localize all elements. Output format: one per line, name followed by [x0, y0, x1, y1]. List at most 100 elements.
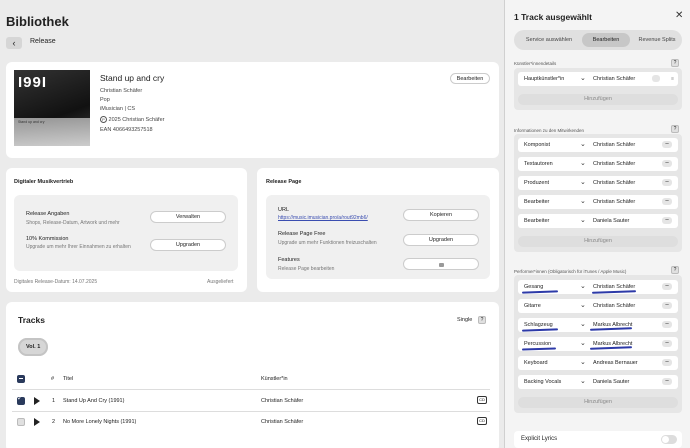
track-title: Stand Up And Cry (1991) [63, 398, 125, 404]
chevron-down-icon[interactable]: ⌄ [580, 197, 586, 205]
cd-icon: CD [477, 396, 487, 404]
remove-icon[interactable]: – [662, 302, 672, 309]
chevron-down-icon[interactable]: ⌄ [580, 159, 586, 167]
play-icon[interactable] [34, 418, 40, 426]
cover-caption: Stand up and cry [18, 120, 45, 124]
main-artist-row[interactable]: Hauptkünstler*in ⌄ Christian Schäfer ≡ [518, 72, 678, 86]
performer-row[interactable]: Gitarre ⌄ Christian Schäfer – [518, 299, 678, 313]
track-number: 1 [52, 398, 56, 404]
page-title: Bibliothek [6, 14, 69, 29]
contributor-row[interactable]: Bearbeiter ⌄ Christian Schäfer – [518, 195, 678, 209]
minus-icon[interactable] [652, 75, 660, 82]
release-ean: EAN 4066493257518 [100, 127, 153, 133]
chevron-down-icon[interactable]: ⌄ [580, 216, 586, 224]
distribution-box [14, 195, 238, 271]
track-checkbox[interactable]: ✓ [17, 395, 25, 405]
lock-icon [438, 263, 444, 267]
release-genre: Pop [100, 97, 110, 103]
role-label: Schlagzeug [524, 322, 553, 328]
row-divider [12, 411, 490, 412]
performer-row[interactable]: Keyboard ⌄ Andreas Bernauer – [518, 356, 678, 370]
explicit-lyrics-label: Explicit Lyrics [521, 436, 558, 442]
free-plan-title: Release Page Free [278, 231, 326, 237]
remove-icon[interactable]: – [662, 160, 672, 167]
back-button[interactable]: ‹ [6, 37, 22, 49]
remove-icon[interactable]: – [662, 141, 672, 148]
drag-handle-icon[interactable]: ≡ [671, 76, 674, 82]
chevron-down-icon[interactable]: ⌄ [580, 74, 586, 82]
chevron-down-icon[interactable]: ⌄ [580, 301, 586, 309]
chevron-down-icon[interactable]: ⌄ [580, 358, 586, 366]
performers-help-icon[interactable]: ? [671, 266, 679, 274]
features-subtitle: Release Page bearbeiten [278, 266, 335, 272]
volume-pill[interactable]: Vol. 1 [18, 338, 48, 356]
main-artists-help-icon[interactable]: ? [671, 59, 679, 67]
contributor-row[interactable]: Textautoren ⌄ Christian Schäfer – [518, 157, 678, 171]
role-label: Hauptkünstler*in [524, 76, 565, 82]
artist-name: Christian Schäfer [593, 76, 636, 82]
remove-icon[interactable]: – [662, 283, 672, 290]
chevron-down-icon[interactable]: ⌄ [580, 178, 586, 186]
contributor-row[interactable]: Komponist ⌄ Christian Schäfer – [518, 138, 678, 152]
commission-subtitle: Upgrade um mehr Ihrer Einnahmen zu erhal… [26, 244, 131, 250]
track-row[interactable]: ✓ 1 Stand Up And Cry (1991) Christian Sc… [12, 392, 490, 410]
upgrade-commission-button[interactable]: Upgraden [150, 239, 226, 251]
role-label: Gesang [524, 284, 544, 290]
tab-edit[interactable]: Bearbeiten [582, 33, 630, 47]
features-locked-button[interactable] [403, 258, 479, 270]
track-artist: Christian Schäfer [261, 419, 304, 425]
remove-icon[interactable]: – [662, 179, 672, 186]
breadcrumb: Release [30, 38, 56, 45]
chevron-down-icon[interactable]: ⌄ [580, 339, 586, 347]
track-checkbox[interactable] [17, 418, 25, 426]
add-contributor-button[interactable]: Hinzufügen [518, 236, 678, 247]
chevron-down-icon[interactable]: ⌄ [580, 282, 586, 290]
tab-service[interactable]: Service auswählen [518, 33, 580, 47]
header-divider [12, 389, 490, 390]
release-label: iMusician | CS [100, 106, 136, 112]
contributor-name: Daniela Sauter [593, 218, 630, 224]
remove-icon[interactable]: – [662, 198, 672, 205]
release-name: Stand up and cry [100, 73, 165, 83]
contributors-help-icon[interactable]: ? [671, 125, 679, 133]
tracks-help-icon[interactable]: ? [478, 316, 486, 324]
release-date: Digitales Release-Datum: 14.07.2025 [14, 279, 98, 285]
performers-label: Performer*innen (Obligatorisch für iTune… [514, 269, 627, 274]
select-all-checkbox[interactable] [17, 375, 25, 383]
upgrade-release-page-button[interactable]: Upgraden [403, 234, 479, 246]
main-artists-label: Künstler*innendetails [514, 61, 557, 66]
performer-name: Daniela Sauter [593, 379, 630, 385]
role-label: Textautoren [524, 161, 553, 167]
role-label: Bearbeiter [524, 199, 550, 205]
contributor-row[interactable]: Produzent ⌄ Christian Schäfer – [518, 176, 678, 190]
release-info-title: Release Angaben [26, 211, 70, 217]
explicit-toggle[interactable] [661, 435, 677, 444]
chevron-down-icon[interactable]: ⌄ [580, 377, 586, 385]
remove-icon[interactable]: – [662, 340, 672, 347]
col-artist: Künstler*in [261, 376, 288, 382]
copyright-text: 2025 Christian Schäfer [108, 117, 165, 123]
tab-revenue-splits[interactable]: Revenue Splits [633, 33, 681, 47]
contributor-row[interactable]: Bearbeiter ⌄ Daniela Sauter – [518, 214, 678, 228]
remove-icon[interactable]: – [662, 359, 672, 366]
chevron-left-icon: ‹ [12, 38, 16, 48]
chevron-down-icon[interactable]: ⌄ [580, 320, 586, 328]
remove-icon[interactable]: – [662, 321, 672, 328]
release-page-url[interactable]: https://music.imusician.pro/a/rout92mb6/ [278, 215, 368, 221]
manage-button[interactable]: Verwalten [150, 211, 226, 223]
remove-icon[interactable]: – [662, 378, 672, 385]
release-copyright: P 2025 Christian Schäfer [100, 116, 164, 123]
track-row[interactable]: 2 No More Lonely Nights (1991) Christian… [12, 413, 490, 431]
play-icon[interactable] [34, 397, 40, 405]
url-label: URL [278, 207, 290, 213]
col-number: # [51, 376, 55, 382]
add-performer-button[interactable]: Hinzufügen [518, 397, 678, 408]
chevron-down-icon[interactable]: ⌄ [580, 140, 586, 148]
close-icon[interactable]: ✕ [675, 10, 683, 21]
add-main-artist-button[interactable]: Hinzufügen [518, 94, 678, 105]
copy-url-button[interactable]: Kopieren [403, 209, 479, 221]
performer-row[interactable]: Backing Vocals ⌄ Daniela Sauter – [518, 375, 678, 389]
contributor-name: Christian Schäfer [593, 199, 636, 205]
remove-icon[interactable]: – [662, 217, 672, 224]
edit-release-button[interactable]: Bearbeiten [450, 73, 490, 84]
